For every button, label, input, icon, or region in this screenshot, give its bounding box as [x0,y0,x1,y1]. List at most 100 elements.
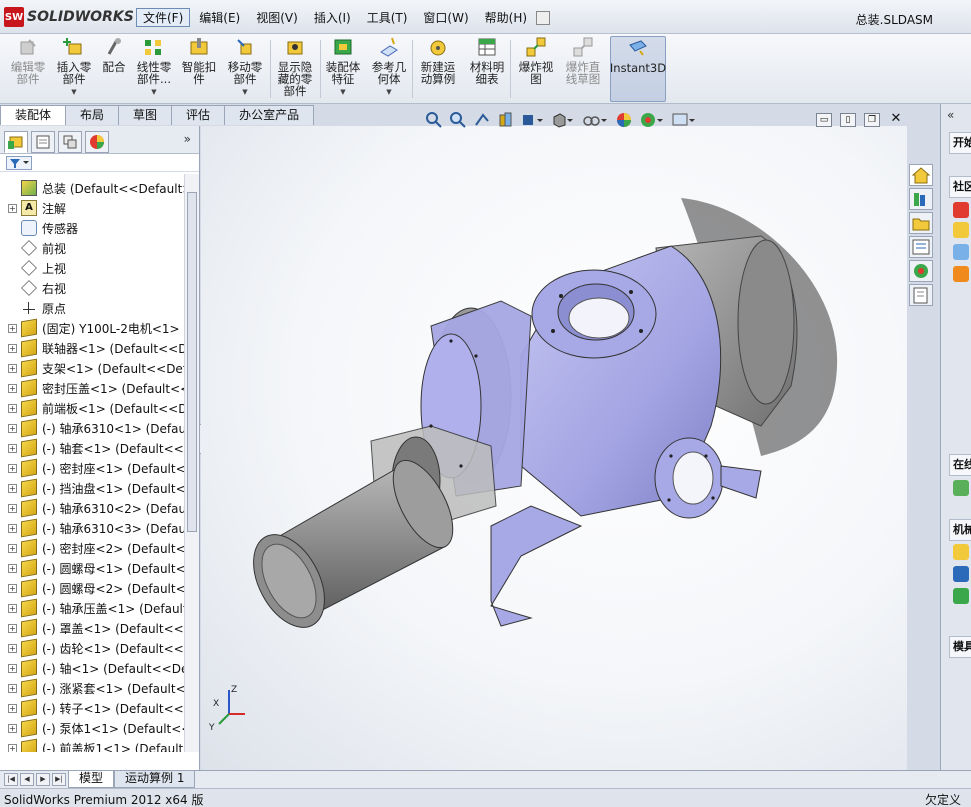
expand-icon[interactable]: + [8,643,17,653]
tree-item[interactable]: + 前端板<1> (Default<<D [0,398,184,418]
expand-icon[interactable]: + [8,463,17,473]
expand-icon[interactable]: + [8,703,17,713]
expand-icon[interactable]: + [8,663,17,673]
zoom-to-area-icon[interactable] [449,111,467,129]
pin-menu-icon[interactable] [536,11,551,25]
zoom-to-fit-icon[interactable] [425,111,443,129]
task-pane-section-start[interactable]: 开始 [949,132,971,154]
tab-motion-study-1[interactable]: 运动算例 1 [114,771,196,788]
online-resources-icon[interactable] [953,480,969,496]
view-settings-icon[interactable] [671,111,697,129]
tree-item[interactable]: 前视 [0,238,66,258]
community-forum-icon[interactable] [953,202,969,218]
expand-icon[interactable]: + [8,363,17,373]
task-pane-collapse-icon[interactable]: « [947,108,954,122]
tree-scrollbar[interactable] [184,174,199,752]
exploded-view-button[interactable]: 爆炸视图 [514,36,558,102]
tree-item[interactable]: + (-) 轴承压盖<1> (Default [0,598,184,618]
tile-horizontal-icon[interactable]: ▭ [816,113,832,127]
previous-view-icon[interactable] [473,111,491,129]
linear-pattern-dropdown-icon[interactable]: ▼ [151,86,156,98]
menu-view[interactable]: 视图(V) [249,8,305,27]
last-tab-icon[interactable]: ▶| [52,773,66,786]
explode-line-sketch-button[interactable]: 爆炸直 线草图 [560,36,606,102]
insert-component-button[interactable]: 插入零 部件 ▼ [54,36,94,102]
previous-tab-icon[interactable]: ◀ [20,773,34,786]
linear-pattern-button[interactable]: 线性零 部件... ▼ [134,36,174,102]
edit-appearance-icon[interactable] [615,111,633,129]
expand-icon[interactable]: + [8,403,17,413]
tab-sketch[interactable]: 草图 [118,105,173,125]
expand-icon[interactable]: + [8,723,17,733]
task-pane-section-community[interactable]: 社区 [949,176,971,198]
instant3d-button[interactable]: Instant3D [610,36,666,102]
expand-icon[interactable]: + [8,743,17,752]
tab-file-explorer[interactable] [909,212,933,234]
tree-item[interactable]: + (-) 挡油盘<1> (Default< [0,478,184,498]
expand-icon[interactable]: + [8,623,17,633]
tree-item[interactable]: + (-) 罩盖<1> (Default<<D [0,618,184,638]
filter-icon[interactable] [6,156,32,170]
tree-item[interactable]: + (-) 转子<1> (Default<<D [0,698,184,718]
graphics-area[interactable]: Z X Y [201,126,907,770]
menu-window[interactable]: 窗口(W) [416,8,475,27]
reference-geometry-dropdown-icon[interactable]: ▼ [386,86,391,98]
discussion-icon[interactable] [953,244,969,260]
tree-item[interactable]: + (-) 圆螺母<2> (Default< [0,578,184,598]
expand-icon[interactable]: + [8,483,17,493]
smart-fastener-button[interactable]: 智能扣件 [178,36,220,102]
tree-item[interactable]: + 联轴器<1> (Default<<D [0,338,184,358]
expand-icon[interactable]: + [8,583,17,593]
task-pane-section-online[interactable]: 在线 [949,454,971,476]
pump-assembly-model[interactable] [201,126,907,770]
task-pane-section-mold[interactable]: 模具 [949,636,971,658]
expand-icon[interactable]: + [8,443,17,453]
tab-solidworks-resources[interactable] [909,164,933,186]
tree-item[interactable]: + (-) 密封座<2> (Default< [0,538,184,558]
first-tab-icon[interactable]: |◀ [4,773,18,786]
expand-icon[interactable]: + [8,563,17,573]
expand-icon[interactable]: + [8,343,17,353]
tree-item[interactable]: + (-) 涨紧套<1> (Default< [0,678,184,698]
expand-icon[interactable]: + [8,503,17,513]
tab-assembly[interactable]: 装配体 [0,105,67,125]
bill-of-materials-button[interactable]: 材料明 细表 [466,36,508,102]
tree-item[interactable]: 原点 [0,298,66,318]
tab-appearances[interactable] [909,260,933,282]
apply-scene-icon[interactable] [639,111,665,129]
show-hidden-components-button[interactable]: 显示隐 藏的零 部件 [274,36,316,102]
reference-geometry-button[interactable]: 参考几 何体 ▼ [368,36,410,102]
tree-item[interactable]: 传感器 [0,218,78,238]
tab-model[interactable]: 模型 [68,771,115,788]
toolbox-icon[interactable] [953,588,969,604]
tree-root-item[interactable]: 总装 (Default<<Default>_外 [0,178,184,198]
move-component-button[interactable]: 移动零 部件 ▼ [224,36,266,102]
menu-file[interactable]: 文件(F) [136,8,191,27]
tab-configuration-manager[interactable] [58,131,82,153]
tab-custom-properties[interactable] [909,284,933,306]
expand-icon[interactable]: + [8,203,17,213]
solidworks-logo[interactable]: SW SOLIDWORKS ▶ [4,6,149,28]
tab-feature-tree[interactable] [4,131,28,153]
tab-view-palette[interactable] [909,236,933,258]
tree-item[interactable]: + (固定) Y100L-2电机<1> ( [0,318,184,338]
tab-layout[interactable]: 布局 [65,105,120,125]
tile-vertical-icon[interactable]: ▯ [840,113,856,127]
tree-item[interactable]: + (-) 密封座<1> (Default< [0,458,184,478]
tab-property-manager[interactable] [31,131,55,153]
new-motion-study-button[interactable]: 新建运 动算例 [416,36,460,102]
section-view-icon[interactable] [497,111,515,129]
expand-icon[interactable]: + [8,603,17,613]
menu-edit[interactable]: 编辑(E) [192,8,247,27]
move-component-dropdown-icon[interactable]: ▼ [242,86,247,98]
tutorial-icon[interactable] [953,566,969,582]
menu-insert[interactable]: 插入(I) [307,8,358,27]
rss-icon[interactable] [953,266,969,282]
expand-icon[interactable]: + [8,683,17,693]
tab-office-products[interactable]: 办公室产品 [224,105,315,125]
restore-window-icon[interactable]: ❐ [864,113,880,127]
help-icon[interactable] [953,544,969,560]
tree-item[interactable]: + (-) 轴承6310<1> (Defau [0,418,184,438]
tree-item[interactable]: 右视 [0,278,66,298]
user-groups-icon[interactable] [953,222,969,238]
